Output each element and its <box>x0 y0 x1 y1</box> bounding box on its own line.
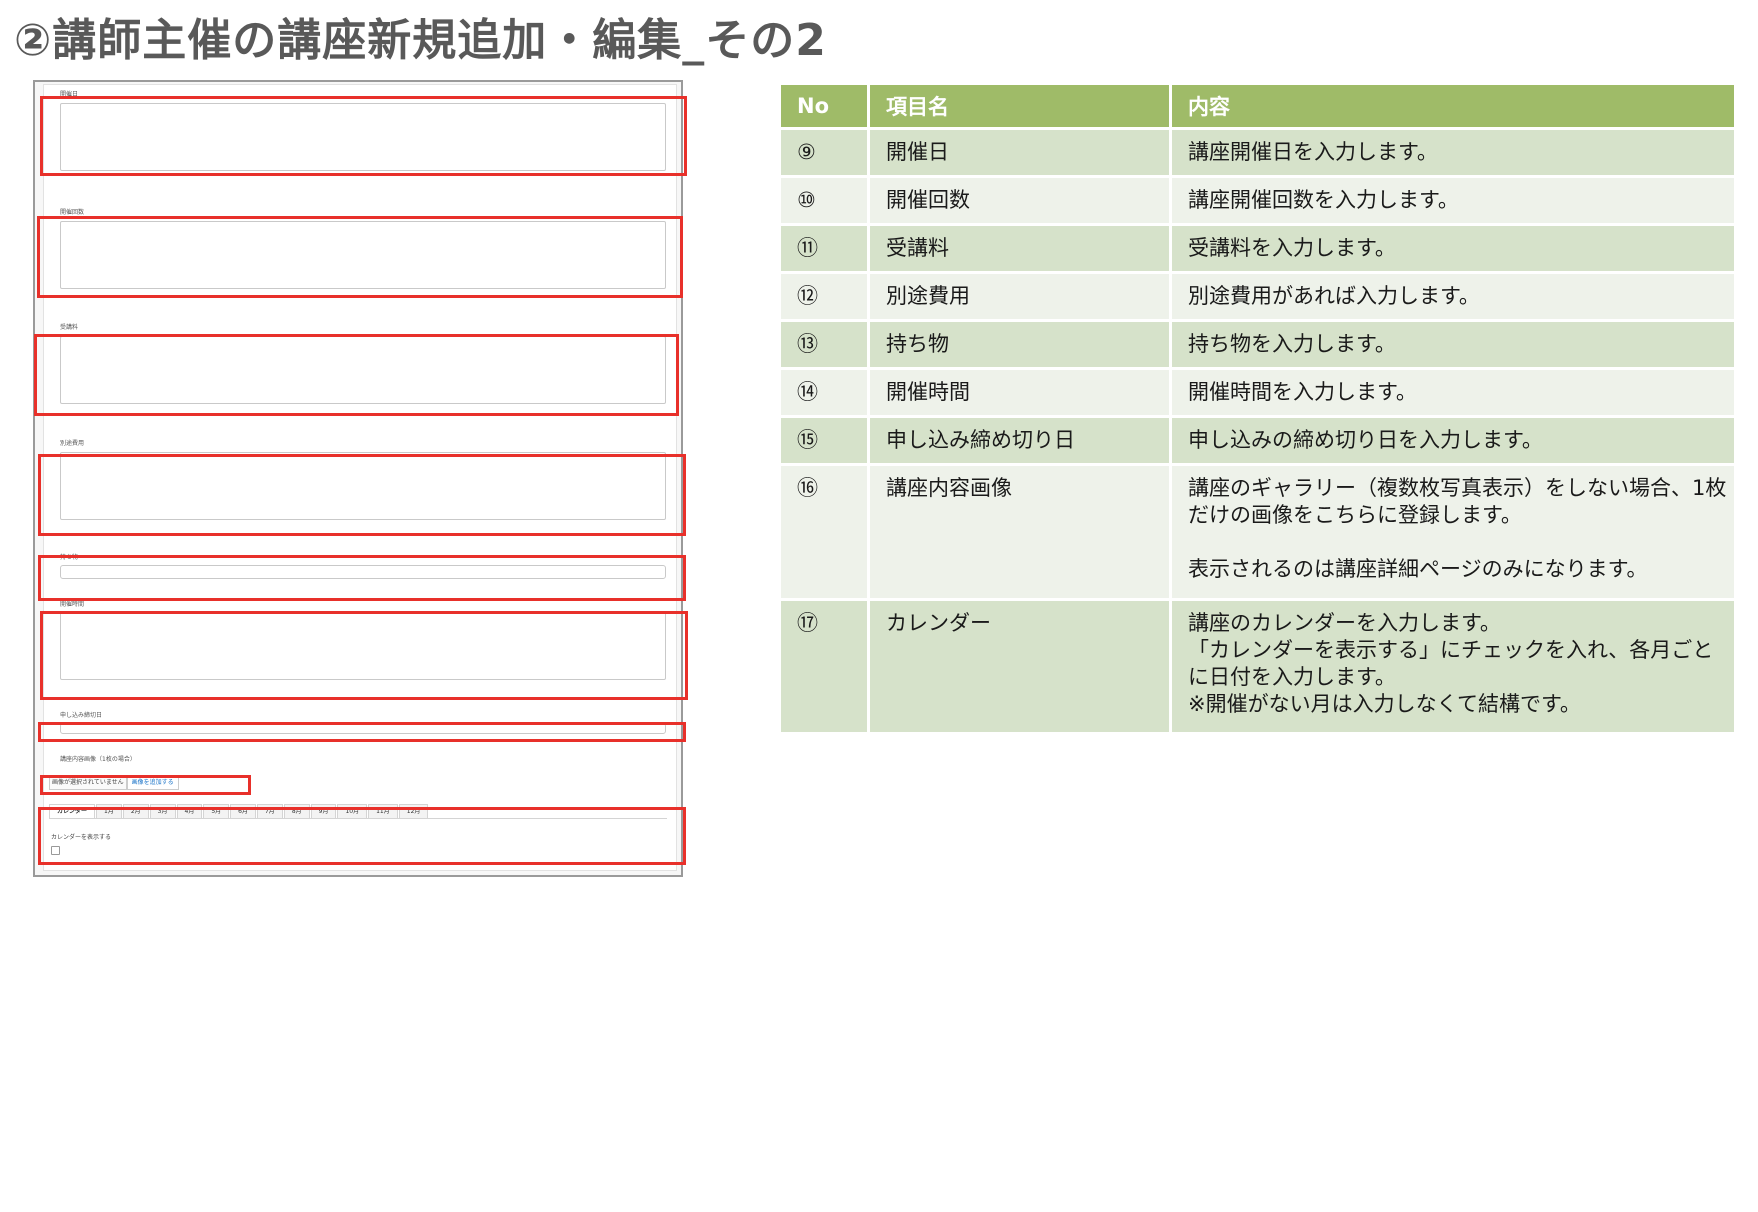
form-screenshot: 開催日 開催回数 受講料 別途費用 持ち物 開催時間 申し込み締切日 講座内容画… <box>33 80 688 877</box>
table-row: ⑮ 申し込み締め切り日 申し込みの締め切り日を入力します。 <box>781 418 1734 463</box>
field-description-table: No 項目名 内容 ⑨ 開催日 講座開催日を入力します。 ⑩ 開催回数 講座開催… <box>778 82 1737 735</box>
page-title: ②講師主催の講座新規追加・編集_その2 <box>14 15 827 66</box>
row-no: ⑪ <box>781 226 867 271</box>
row-name: 開催日 <box>870 130 1169 175</box>
row-no: ⑰ <box>781 601 867 732</box>
calendar-show-label: カレンダーを表示する <box>51 834 112 841</box>
tab-month-10[interactable]: 10月 <box>337 804 368 819</box>
row-desc: 講座開催日を入力します。 <box>1172 130 1734 175</box>
field-label-belongings: 持ち物 <box>60 554 79 561</box>
deadline-input[interactable] <box>60 723 666 734</box>
row-desc: 講座のギャラリー（複数枚写真表示）をしない場合、1枚だけの画像をこちらに登録しま… <box>1172 466 1734 598</box>
tab-month-3[interactable]: 3月 <box>149 804 176 819</box>
field-label-extra-cost: 別途費用 <box>60 440 85 447</box>
table-row: ⑪ 受講料 受講料を入力します。 <box>781 226 1734 271</box>
row-desc: 別途費用があれば入力します。 <box>1172 274 1734 319</box>
tab-month-12[interactable]: 12月 <box>398 804 429 819</box>
row-desc: 受講料を入力します。 <box>1172 226 1734 271</box>
field-label-time: 開催時間 <box>60 601 85 608</box>
tab-month-5[interactable]: 5月 <box>203 804 230 819</box>
belongings-input[interactable] <box>60 565 666 579</box>
header-content: 内容 <box>1172 85 1734 127</box>
row-desc: 講座のカレンダーを入力します。 「カレンダーを表示する」にチェックを入れ、各月ご… <box>1172 601 1734 732</box>
calendar-show-checkbox[interactable] <box>51 846 60 855</box>
count-textarea[interactable] <box>60 221 666 289</box>
desc-line: 別途費用があれば入力します。 <box>1188 284 1480 308</box>
fee-textarea[interactable] <box>60 336 666 404</box>
desc-line: 持ち物を入力します。 <box>1188 332 1396 356</box>
desc-line: 申し込みの締め切り日を入力します。 <box>1188 428 1543 452</box>
desc-line: 開催時間を入力します。 <box>1188 380 1417 404</box>
field-label-fee: 受講料 <box>60 324 79 331</box>
field-label-count: 開催回数 <box>60 209 85 216</box>
tab-month-7[interactable]: 7月 <box>256 804 283 819</box>
tab-month-1[interactable]: 1月 <box>96 804 122 819</box>
field-label-image: 講座内容画像（1枚の場合） <box>60 756 136 763</box>
form-panel: 開催日 開催回数 受講料 別途費用 持ち物 開催時間 申し込み締切日 講座内容画… <box>43 84 677 871</box>
table-row: ⑭ 開催時間 開催時間を入力します。 <box>781 370 1734 415</box>
table-row: ⑨ 開催日 講座開催日を入力します。 <box>781 130 1734 175</box>
extra-cost-textarea[interactable] <box>60 452 666 520</box>
date-textarea[interactable] <box>60 103 666 171</box>
table-row: ⑯ 講座内容画像 講座のギャラリー（複数枚写真表示）をしない場合、1枚だけの画像… <box>781 466 1734 598</box>
row-desc: 開催時間を入力します。 <box>1172 370 1734 415</box>
row-name: 別途費用 <box>870 274 1169 319</box>
tab-month-2[interactable]: 2月 <box>122 804 149 819</box>
desc-line: 受講料を入力します。 <box>1188 236 1396 260</box>
desc-line: 「カレンダーを表示する」にチェックを入れ、各月ごとに日付を入力します。 <box>1188 638 1714 689</box>
row-no: ⑫ <box>781 274 867 319</box>
desc-line: ​ <box>1188 529 1728 556</box>
table-row: ⑫ 別途費用 別途費用があれば入力します。 <box>781 274 1734 319</box>
table-row: ⑬ 持ち物 持ち物を入力します。 <box>781 322 1734 367</box>
tab-month-6[interactable]: 6月 <box>230 804 256 819</box>
desc-line: 講座のカレンダーを入力します。 <box>1188 611 1501 635</box>
field-label-deadline: 申し込み締切日 <box>60 712 103 719</box>
header-item-name: 項目名 <box>870 85 1169 127</box>
row-name: 開催回数 <box>870 178 1169 223</box>
desc-line: 講座開催回数を入力します。 <box>1188 188 1459 212</box>
image-picker: 画像が選択されていません 画像を追加する <box>49 776 179 790</box>
row-desc: 持ち物を入力します。 <box>1172 322 1734 367</box>
tab-month-9[interactable]: 9月 <box>310 804 337 819</box>
calendar-tabs: カレンダー 1月 2月 3月 4月 5月 6月 7月 8月 9月 10月 11月… <box>49 804 429 819</box>
desc-line: 講座のギャラリー（複数枚写真表示）をしない場合、1枚だけの画像をこちらに登録しま… <box>1188 476 1727 527</box>
row-desc: 講座開催回数を入力します。 <box>1172 178 1734 223</box>
calendar-panel <box>49 818 667 859</box>
table-row: ⑩ 開催回数 講座開催回数を入力します。 <box>781 178 1734 223</box>
time-textarea[interactable] <box>60 612 666 680</box>
row-no: ⑬ <box>781 322 867 367</box>
desc-line: 表示されるのは講座詳細ページのみになります。 <box>1188 557 1648 581</box>
tab-month-8[interactable]: 8月 <box>283 804 310 819</box>
add-image-button[interactable]: 画像を追加する <box>126 776 179 790</box>
tab-month-4[interactable]: 4月 <box>176 804 203 819</box>
header-no: No <box>781 85 867 127</box>
image-status: 画像が選択されていません <box>49 776 127 790</box>
row-name: カレンダー <box>870 601 1169 732</box>
row-name: 受講料 <box>870 226 1169 271</box>
row-name: 講座内容画像 <box>870 466 1169 598</box>
field-label-date: 開催日 <box>60 91 79 98</box>
row-name: 開催時間 <box>870 370 1169 415</box>
row-no: ⑭ <box>781 370 867 415</box>
tab-month-11[interactable]: 11月 <box>368 804 398 819</box>
row-name: 持ち物 <box>870 322 1169 367</box>
row-no: ⑩ <box>781 178 867 223</box>
row-no: ⑮ <box>781 418 867 463</box>
row-desc: 申し込みの締め切り日を入力します。 <box>1172 418 1734 463</box>
row-name: 申し込み締め切り日 <box>870 418 1169 463</box>
table-header-row: No 項目名 内容 <box>781 85 1734 127</box>
table-row: ⑰ カレンダー 講座のカレンダーを入力します。 「カレンダーを表示する」にチェッ… <box>781 601 1734 732</box>
row-no: ⑯ <box>781 466 867 598</box>
tab-calendar[interactable]: カレンダー <box>49 804 96 819</box>
row-no: ⑨ <box>781 130 867 175</box>
desc-line: ※開催がない月は入力しなくて結構です。 <box>1188 692 1581 716</box>
desc-line: 講座開催日を入力します。 <box>1188 140 1438 164</box>
